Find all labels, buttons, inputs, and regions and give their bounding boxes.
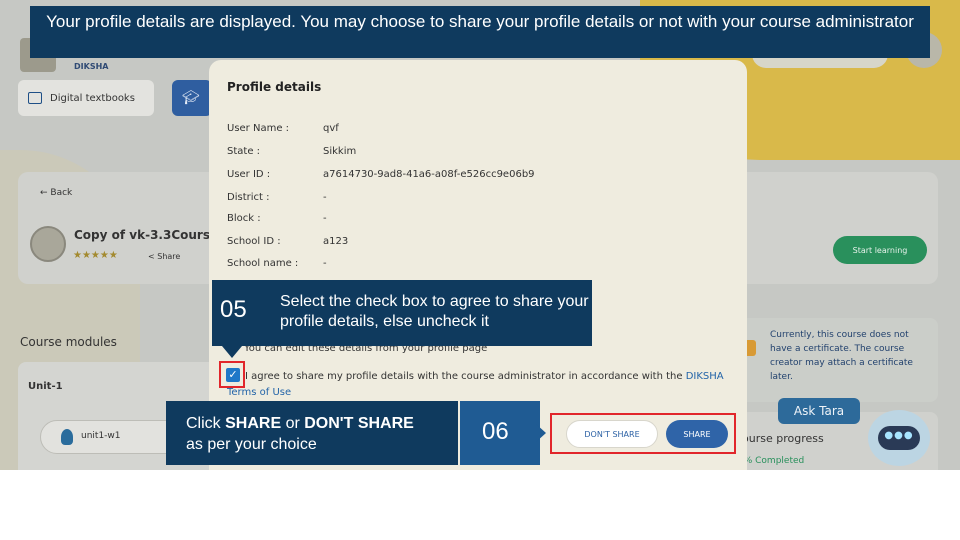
course-avatar	[30, 226, 66, 262]
step-6-callout: Click SHARE or DON'T SHARE as per your ch…	[166, 401, 458, 465]
step-6-share-word: SHARE	[225, 415, 282, 432]
field-value-state: Sikkim	[323, 146, 357, 157]
robot-face: ●●●	[878, 426, 920, 450]
step-6-text: Click SHARE or DON'T SHARE as per your ch…	[186, 413, 456, 455]
field-value-user-name: qvf	[323, 123, 339, 134]
field-label-state: State :	[227, 146, 261, 157]
step-6-dont-share-word: DON'T SHARE	[304, 415, 414, 432]
rating-stars: ★★★★★	[73, 250, 118, 261]
step-6-or: or	[281, 415, 305, 432]
progress-title: ourse progress	[742, 432, 824, 445]
ask-tara-button[interactable]: Ask Tara	[778, 398, 860, 424]
field-label-user-id: User ID :	[227, 169, 271, 180]
tara-robot-icon[interactable]: ●●●	[868, 410, 930, 466]
step-6-arrow	[536, 424, 546, 442]
field-value-school-name: -	[323, 258, 327, 269]
step-6-badge: 06	[460, 401, 540, 465]
share-link[interactable]: < Share	[148, 252, 180, 261]
step-5-number: 05	[220, 296, 247, 323]
field-label-district: District :	[227, 192, 270, 203]
logo-text: DIKSHA	[74, 62, 109, 71]
field-value-school-id: a123	[323, 236, 349, 247]
start-learning-button[interactable]: Start learning	[833, 236, 927, 264]
field-label-school-id: School ID :	[227, 236, 281, 247]
step-5-pointer	[222, 346, 242, 358]
step-5-text: Select the check box to agree to share y…	[280, 293, 589, 330]
consent-label: I agree to share my profile details with…	[245, 371, 683, 382]
screen: DIKSHA Digital textbooks 🎓︎ ← Back Copy …	[0, 0, 960, 470]
nav-courses[interactable]: 🎓︎	[172, 80, 212, 116]
field-value-user-id: a7614730-9ad8-41a6-a08f-e526cc9e06b9	[323, 169, 535, 180]
step-6-prefix: Click	[186, 415, 226, 432]
graduation-cap-icon: 🎓︎	[182, 90, 200, 106]
book-icon	[28, 92, 42, 104]
field-label-user-name: User Name :	[227, 123, 290, 134]
field-label-school-name: School name :	[227, 258, 299, 269]
field-label-block: Block :	[227, 213, 261, 224]
modal-title: Profile details	[227, 80, 322, 94]
share-label: Share	[157, 252, 181, 261]
step-5-callout: 05 Select the check box to agree to shar…	[212, 280, 592, 346]
field-value-block: -	[323, 213, 327, 224]
robot-eyes: ●●●	[884, 430, 914, 441]
nav-label: Digital textbooks	[50, 92, 135, 104]
progress-percent: 0% Completed	[738, 456, 805, 466]
course-modules-heading: Course modules	[20, 335, 117, 349]
buttons-highlight	[550, 413, 736, 454]
step-6-number: 06	[482, 418, 509, 445]
unit-label[interactable]: Unit-1	[28, 381, 63, 392]
tutorial-banner: Your profile details are displayed. You …	[30, 6, 930, 58]
back-link[interactable]: ← Back	[40, 188, 72, 198]
consent-text: I agree to share my profile details with…	[227, 369, 727, 401]
unit-item-label: unit1-w1	[81, 431, 121, 441]
share-icon: <	[148, 252, 158, 261]
nav-digital-textbooks[interactable]: Digital textbooks	[18, 80, 154, 116]
content-icon	[61, 429, 73, 445]
field-value-district: -	[323, 192, 327, 203]
certificate-note: Currently, this course does not have a c…	[770, 330, 913, 382]
step-6-suffix: as per your choice	[186, 436, 317, 453]
checkbox-highlight	[219, 361, 245, 388]
